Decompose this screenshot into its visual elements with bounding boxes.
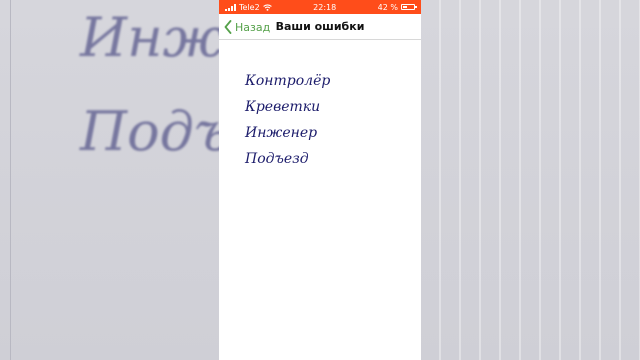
wifi-icon	[262, 3, 272, 11]
list-item[interactable]: Инженер	[245, 120, 421, 146]
list-item[interactable]: Контролёр	[245, 68, 421, 94]
carrier-name: Tele2	[239, 2, 260, 12]
phone-screen: Tele2 22:18 42 % Назад Ваши ошибки Контр…	[219, 0, 421, 360]
back-button[interactable]: Назад	[224, 14, 270, 40]
chevron-left-icon	[224, 20, 232, 34]
background-edge-line	[0, 0, 11, 360]
navigation-bar: Назад Ваши ошибки	[219, 14, 421, 40]
background-stripes	[421, 0, 640, 360]
battery-percent: 42 %	[377, 2, 398, 12]
status-bar: Tele2 22:18 42 %	[219, 0, 421, 14]
status-bar-left: Tele2	[225, 3, 272, 12]
battery-fill	[402, 6, 407, 8]
status-bar-right: 42 %	[377, 2, 417, 12]
list-item[interactable]: Креветки	[245, 94, 421, 120]
list-item[interactable]: Подъезд	[245, 146, 421, 172]
signal-icon	[225, 3, 236, 11]
battery-icon	[400, 4, 417, 10]
back-button-label: Назад	[235, 20, 271, 34]
status-time: 22:18	[313, 2, 337, 12]
mistakes-list: Контролёр Креветки Инженер Подъезд	[219, 40, 421, 172]
